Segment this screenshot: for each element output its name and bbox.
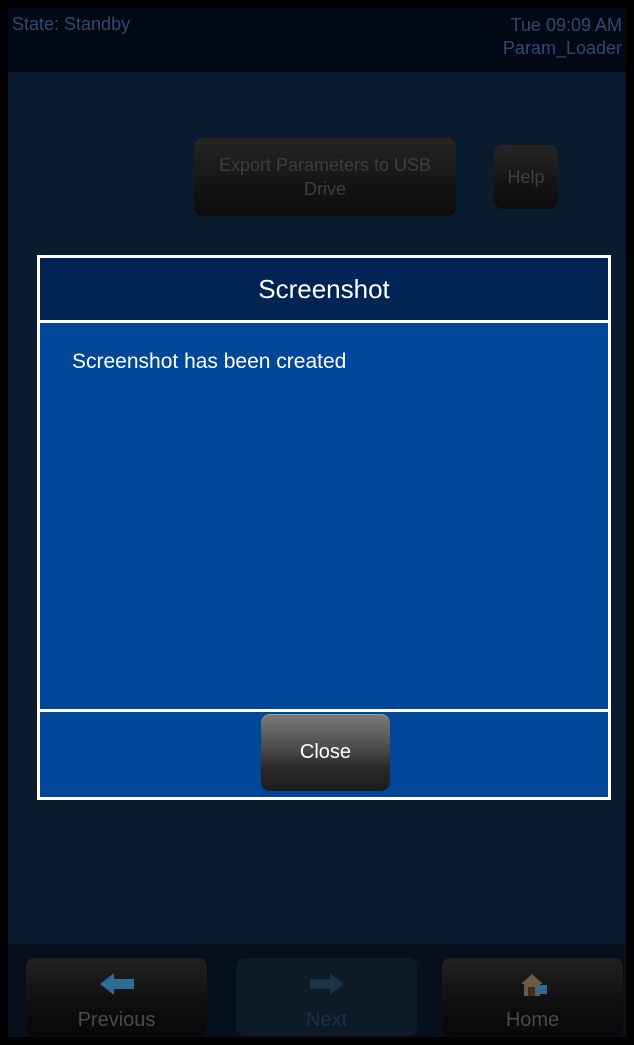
arrow-left-icon bbox=[26, 972, 207, 996]
dialog-footer: Close bbox=[40, 712, 608, 797]
screenshot-dialog: Screenshot Screenshot has been created C… bbox=[37, 255, 611, 800]
previous-label: Previous bbox=[77, 1009, 156, 1031]
footer-nav: Previous Next Home bbox=[8, 944, 626, 1037]
export-parameters-button[interactable]: Export Parameters to USB Drive bbox=[194, 138, 456, 216]
next-button[interactable]: Next bbox=[236, 958, 417, 1036]
home-button[interactable]: Home bbox=[442, 958, 623, 1036]
home-label: Home bbox=[505, 1009, 560, 1031]
status-header: State: Standby Tue 09:09 AM Param_Loader bbox=[8, 8, 626, 72]
dialog-message: Screenshot has been created bbox=[72, 350, 347, 373]
arrow-right-icon bbox=[236, 972, 417, 996]
state-label: State: Standby bbox=[12, 14, 131, 34]
previous-button[interactable]: Previous bbox=[26, 958, 207, 1036]
home-icon bbox=[442, 972, 623, 996]
dialog-body: Screenshot has been created bbox=[40, 323, 608, 709]
datetime-label: Tue 09:09 AM bbox=[510, 15, 622, 35]
header-right: Tue 09:09 AM Param_Loader bbox=[503, 14, 622, 60]
screen: State: Standby Tue 09:09 AM Param_Loader… bbox=[8, 8, 626, 1037]
dialog-title: Screenshot bbox=[40, 258, 608, 320]
screen-name-label: Param_Loader bbox=[502, 38, 622, 58]
next-label: Next bbox=[305, 1009, 348, 1031]
close-button[interactable]: Close bbox=[261, 714, 390, 791]
help-button[interactable]: Help bbox=[494, 145, 558, 209]
